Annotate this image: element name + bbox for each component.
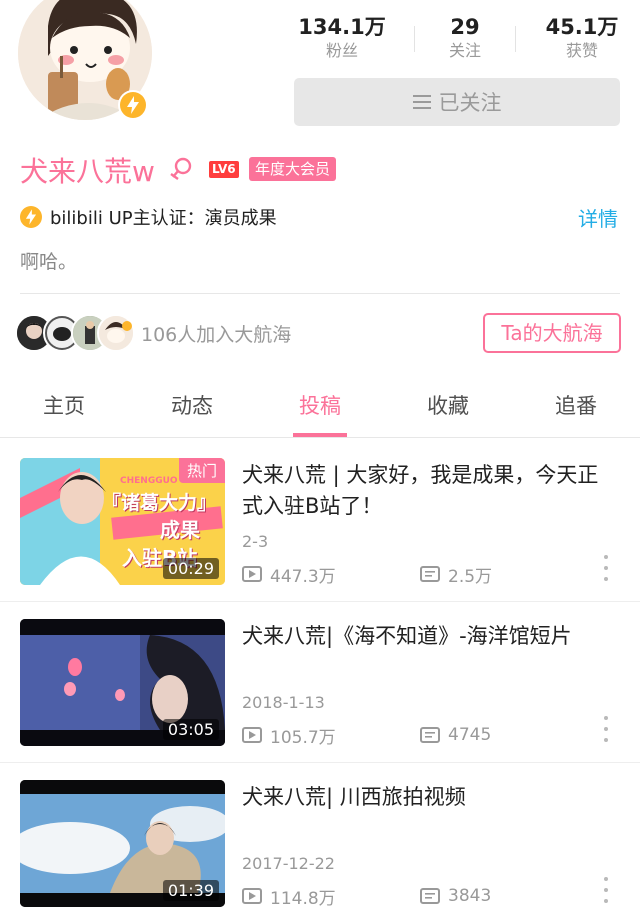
thumbnail-subtext: CHENGGUO	[120, 476, 178, 486]
divider	[0, 437, 640, 438]
likes-stat[interactable]: 45.1万 获赞	[527, 14, 637, 62]
guard-count: 106人加入大航海	[141, 324, 292, 346]
menu-lines-icon	[412, 95, 431, 109]
verification-text: bilibili UP主认证：演员成果	[50, 208, 277, 229]
lightning-icon	[20, 206, 42, 228]
video-stats: 105.7万 4745	[242, 723, 492, 748]
more-vert-icon[interactable]	[598, 555, 614, 581]
danmaku-icon	[420, 727, 440, 743]
video-thumbnail[interactable]: 03:05	[20, 619, 225, 746]
verification-row: bilibili UP主认证：演员成果	[20, 203, 277, 231]
tab-favorites[interactable]: 收藏	[384, 390, 512, 420]
tab-bangumi[interactable]: 追番	[512, 390, 640, 420]
thumbnail-text: 成果	[160, 518, 200, 542]
video-title[interactable]: 犬来八荒 | 大家好，我是成果，今天正式入驻B站了！	[242, 460, 614, 522]
signature: 啊哈。	[20, 251, 78, 273]
followers-label: 粉丝	[325, 41, 358, 60]
divider	[20, 293, 620, 294]
followed-button[interactable]: 已关注	[294, 78, 620, 126]
danmaku-icon	[420, 566, 440, 582]
guard-button[interactable]: Ta的大航海	[483, 313, 621, 353]
video-danmaku-count: 3843	[448, 886, 492, 906]
thumbnail-text: 『诸葛大力』	[102, 492, 217, 514]
username: 犬来八荒w	[20, 155, 155, 188]
detail-link[interactable]: 详情	[578, 203, 618, 232]
video-thumbnail[interactable]: 01:39	[20, 780, 225, 907]
level-badge: LV6	[209, 161, 239, 178]
vip-badge[interactable]: 年度大会员	[249, 157, 337, 181]
video-stats: 114.8万 3843	[242, 884, 492, 909]
video-title[interactable]: 犬来八荒|《海不知道》-海洋馆短片	[242, 621, 614, 652]
danmaku-icon	[420, 888, 440, 904]
following-stat[interactable]: 29 关注	[410, 14, 520, 62]
video-danmaku-count: 2.5万	[448, 566, 493, 587]
female-icon	[170, 157, 192, 180]
stat-divider	[515, 26, 516, 52]
video-duration: 01:39	[162, 880, 219, 901]
likes-count: 45.1万	[545, 15, 619, 39]
video-date: 2018-1-13	[242, 693, 325, 712]
guard-avatar-image	[99, 316, 133, 350]
divider	[0, 601, 640, 602]
lightning-icon	[120, 92, 146, 118]
followed-button-label: 已关注	[438, 91, 502, 115]
video-duration: 00:29	[162, 558, 219, 579]
tab-uploads[interactable]: 投稿	[256, 390, 384, 420]
video-duration: 03:05	[162, 719, 219, 740]
guard-avatar[interactable]	[97, 314, 135, 352]
more-vert-icon[interactable]	[598, 716, 614, 742]
followers-count: 134.1万	[298, 15, 386, 39]
official-verified-badge	[118, 90, 148, 120]
play-icon	[242, 566, 262, 582]
more-vert-icon[interactable]	[598, 877, 614, 903]
video-views: 447.3万	[270, 566, 336, 587]
video-date: 2-3	[242, 532, 269, 551]
tab-home[interactable]: 主页	[0, 390, 128, 420]
video-views: 105.7万	[270, 727, 336, 748]
play-icon	[242, 727, 262, 743]
followers-stat[interactable]: 134.1万 粉丝	[287, 14, 397, 62]
divider	[0, 762, 640, 763]
likes-label: 获赞	[565, 41, 598, 60]
video-date: 2017-12-22	[242, 854, 335, 873]
video-stats: 447.3万 2.5万	[242, 562, 493, 587]
play-icon	[242, 888, 262, 904]
tab-dynamics[interactable]: 动态	[128, 390, 256, 420]
video-views: 114.8万	[270, 888, 336, 909]
video-title[interactable]: 犬来八荒| 川西旅拍视频	[242, 782, 614, 813]
hot-tag: 热门	[178, 458, 225, 483]
following-label: 关注	[448, 41, 481, 60]
following-count: 29	[450, 15, 480, 39]
video-thumbnail[interactable]: CHENGGUO 『诸葛大力』 成果 入驻B站 热门 00:29	[20, 458, 225, 585]
video-danmaku-count: 4745	[448, 725, 492, 745]
